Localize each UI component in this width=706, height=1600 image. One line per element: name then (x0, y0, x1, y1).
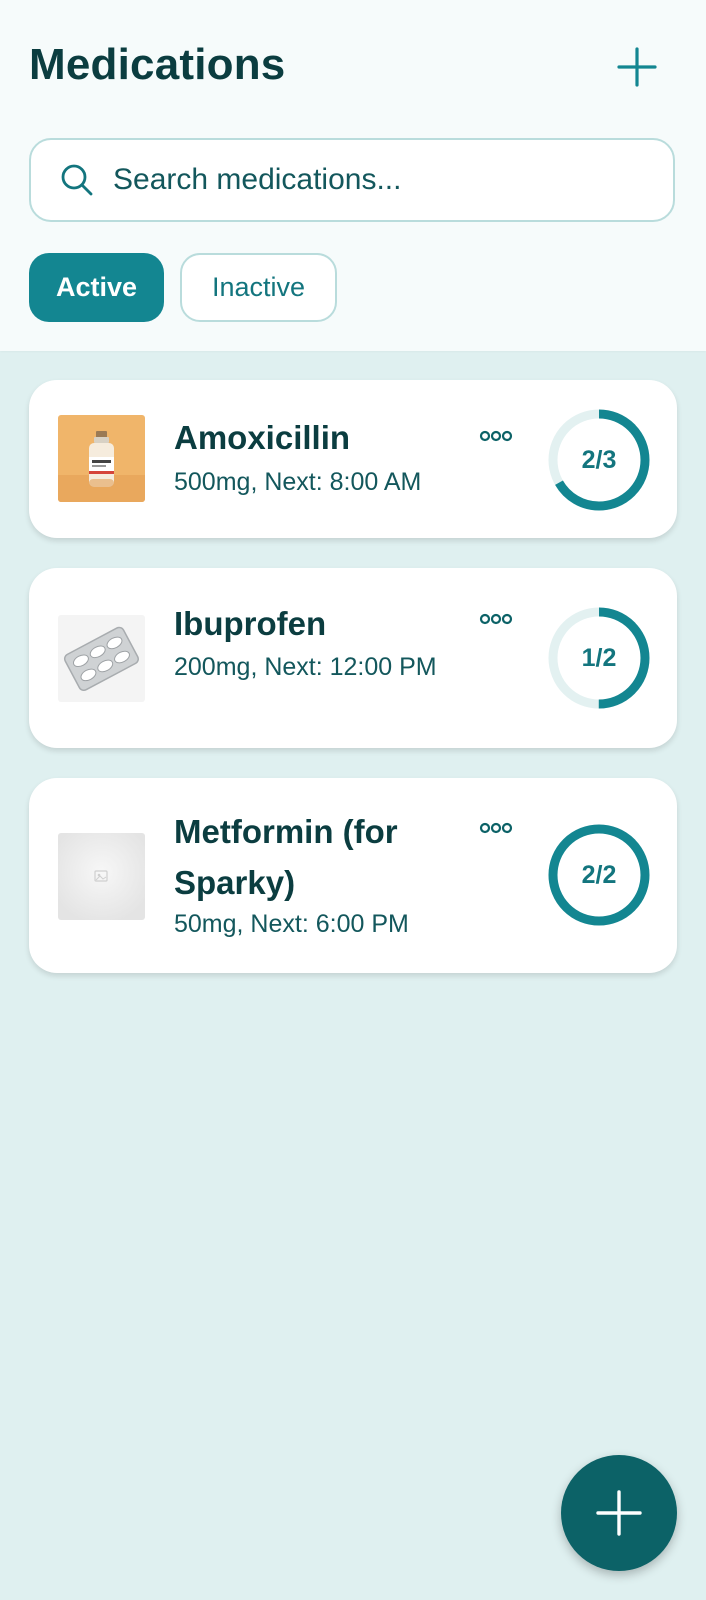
search-input[interactable] (113, 163, 633, 197)
medication-detail: 50mg, Next: 6:00 PM (174, 910, 409, 938)
page-title: Medications (29, 40, 286, 89)
more-dots-icon (479, 822, 513, 834)
dose-progress-label: 1/2 (581, 643, 617, 672)
more-options-button[interactable] (478, 609, 514, 629)
medication-name: Metformin (for Sparky) (174, 813, 398, 901)
plus-icon (596, 1490, 642, 1536)
medication-card[interactable]: Ibuprofen 200mg, Next: 12:00 PM 1/2 (29, 568, 677, 748)
tab-active[interactable]: Active (29, 253, 164, 322)
medication-card[interactable]: Amoxicillin 500mg, Next: 8:00 AM 2/3 (29, 380, 677, 538)
medication-name: Ibuprofen (174, 605, 327, 642)
plus-icon (617, 47, 657, 87)
search-bar (29, 138, 675, 222)
tab-inactive[interactable]: Inactive (180, 253, 337, 322)
more-options-button[interactable] (478, 426, 514, 446)
dose-progress-ring: 2/3 (547, 408, 651, 512)
dose-progress-ring: 1/2 (547, 606, 651, 710)
dose-progress-label: 2/3 (581, 445, 617, 474)
medication-detail: 500mg, Next: 8:00 AM (174, 468, 422, 496)
dose-progress-ring: 2/2 (547, 823, 651, 927)
medication-thumbnail (58, 833, 145, 920)
medication-name: Amoxicillin (174, 419, 351, 456)
medication-thumbnail (58, 415, 145, 502)
status-tabs: Active Inactive (29, 253, 337, 322)
add-medication-fab[interactable] (561, 1455, 677, 1571)
medication-detail: 200mg, Next: 12:00 PM (174, 653, 437, 681)
medication-thumbnail (58, 615, 145, 702)
dose-progress-label: 2/2 (581, 860, 617, 889)
more-dots-icon (479, 430, 513, 442)
search-icon (59, 162, 95, 198)
more-options-button[interactable] (478, 818, 514, 838)
header: Medications Active Inactive (0, 0, 706, 351)
add-medication-button[interactable] (614, 44, 660, 90)
medication-card[interactable]: Metformin (for Sparky) 50mg, Next: 6:00 … (29, 778, 677, 973)
more-dots-icon (479, 613, 513, 625)
